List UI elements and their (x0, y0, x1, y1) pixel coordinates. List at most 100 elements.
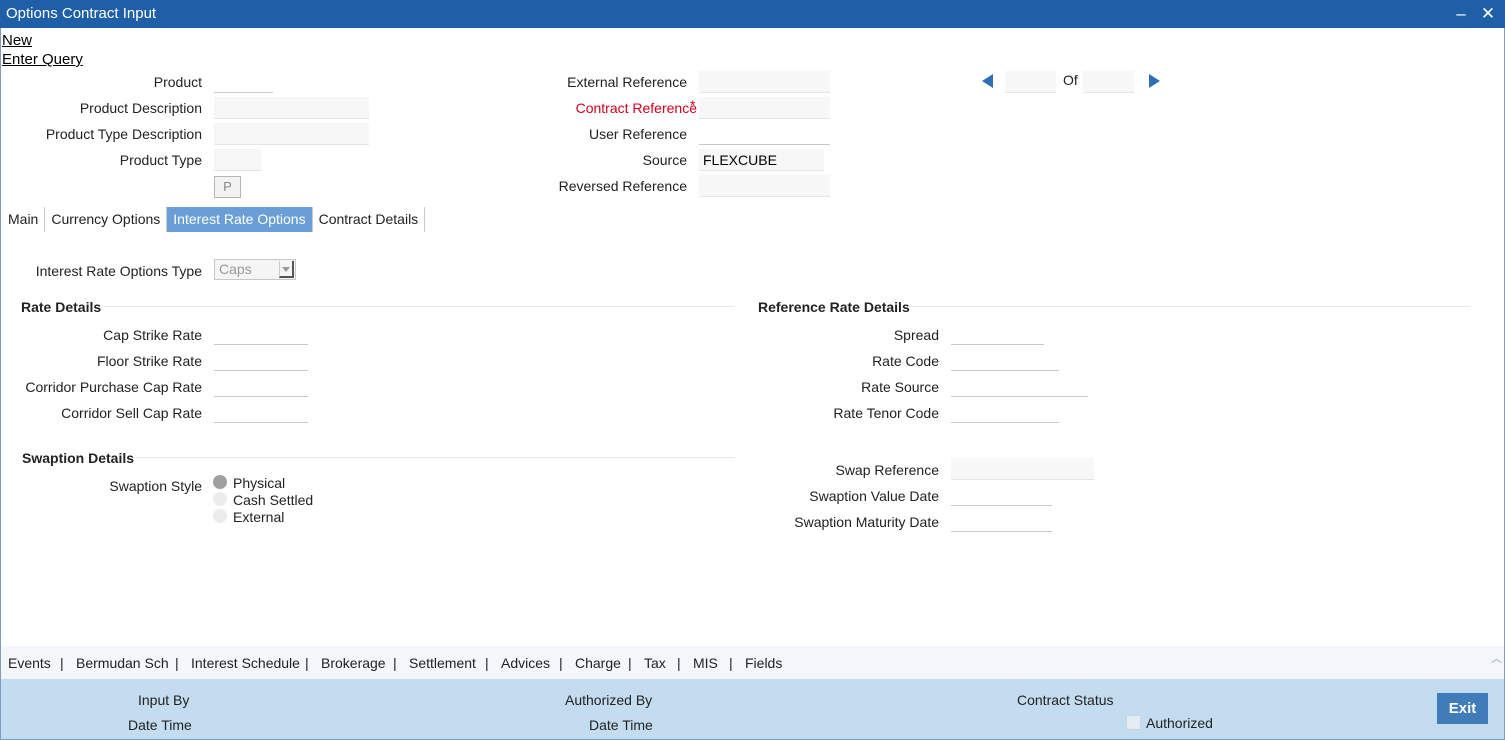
previous-arrow-icon[interactable] (982, 74, 993, 88)
rate-details-divider (100, 306, 735, 307)
rate-source-input[interactable] (951, 375, 1088, 397)
scroll-up-icon[interactable]: ︿ (1491, 650, 1502, 666)
rate-tenor-code-input[interactable] (951, 401, 1059, 423)
swaption-maturity-date-input[interactable] (951, 510, 1052, 532)
rate-source-label: Rate Source (861, 379, 939, 395)
interest-rate-options-type-select[interactable]: Caps (214, 259, 296, 280)
reversed-reference-label: Reversed Reference (558, 178, 687, 194)
link-separator: | (60, 655, 64, 671)
input-by-label: Input By (138, 692, 190, 708)
interest-rate-options-type-label: Interest Rate Options Type (35, 263, 202, 279)
tax-link[interactable]: Tax (644, 655, 666, 671)
input-date-time-label: Date Time (128, 717, 192, 733)
external-reference-input[interactable] (699, 71, 830, 93)
product-p-button[interactable]: P (214, 176, 241, 198)
reference-rate-details-title: Reference Rate Details (758, 299, 910, 315)
title-bar: Options Contract Input – ✕ (0, 0, 1505, 28)
user-reference-input[interactable] (699, 123, 830, 145)
link-separator: | (175, 655, 179, 671)
corridor-purchase-cap-rate-label: Corridor Purchase Cap Rate (25, 379, 202, 395)
swaption-details-divider (133, 457, 735, 458)
authorized-checkbox[interactable] (1126, 715, 1141, 730)
events-link[interactable]: Events (8, 655, 51, 671)
tab-main[interactable]: Main (2, 207, 46, 232)
settlement-link[interactable]: Settlement (409, 655, 476, 671)
link-separator: | (559, 655, 563, 671)
tab-currency-options[interactable]: Currency Options (45, 207, 168, 232)
link-separator: | (628, 655, 632, 671)
reversed-reference-input[interactable] (699, 175, 830, 197)
enter-query-link[interactable]: Enter Query (2, 51, 83, 68)
source-input[interactable] (699, 149, 824, 171)
external-reference-label: External Reference (567, 74, 687, 90)
source-label: Source (642, 152, 687, 168)
authorized-checkbox-label: Authorized (1146, 715, 1213, 731)
new-link[interactable]: New (2, 32, 32, 49)
spread-label: Spread (893, 327, 939, 343)
product-description-input[interactable] (214, 97, 369, 119)
corridor-sell-cap-rate-label: Corridor Sell Cap Rate (61, 405, 202, 421)
corridor-purchase-cap-rate-input[interactable] (214, 375, 308, 397)
required-star: * (690, 97, 696, 113)
link-separator: | (677, 655, 681, 671)
contract-status-label: Contract Status (1017, 692, 1114, 708)
product-input[interactable] (214, 71, 273, 93)
cap-strike-rate-label: Cap Strike Rate (103, 327, 202, 343)
contract-reference-input[interactable] (699, 97, 830, 119)
mis-link[interactable]: MIS (693, 655, 718, 671)
pager-of-label: Of (1063, 72, 1078, 88)
rate-code-input[interactable] (951, 349, 1059, 371)
brokerage-link[interactable]: Brokerage (321, 655, 386, 671)
product-type-description-input[interactable] (214, 123, 369, 145)
swap-reference-label: Swap Reference (835, 462, 939, 478)
link-separator: | (305, 655, 309, 671)
swaption-style-external-label: External (233, 509, 285, 525)
floor-strike-rate-input[interactable] (214, 349, 308, 371)
swap-reference-input[interactable] (951, 458, 1094, 480)
interest-schedule-link[interactable]: Interest Schedule (191, 655, 300, 671)
subsystem-link-bar: Events | Bermudan Sch | Interest Schedul… (1, 646, 1504, 679)
close-button[interactable]: ✕ (1478, 3, 1498, 25)
rate-tenor-code-label: Rate Tenor Code (833, 405, 939, 421)
product-type-input[interactable] (214, 149, 261, 171)
fields-link[interactable]: Fields (745, 655, 782, 671)
rate-details-title: Rate Details (21, 299, 102, 315)
product-type-description-label: Product Type Description (45, 126, 202, 142)
advices-link[interactable]: Advices (501, 655, 550, 671)
charge-link[interactable]: Charge (575, 655, 621, 671)
swaption-style-external-radio[interactable] (213, 509, 227, 523)
bermudan-sch-link[interactable]: Bermudan Sch (76, 655, 169, 671)
pager-total-input[interactable] (1083, 71, 1134, 93)
authorized-by-label: Authorized By (565, 692, 653, 708)
swaption-style-physical-label: Physical (233, 475, 286, 491)
user-reference-label: User Reference (588, 126, 687, 142)
pager-current-input[interactable] (1005, 71, 1056, 93)
cap-strike-rate-input[interactable] (214, 323, 308, 345)
product-description-label: Product Description (79, 100, 202, 116)
floor-strike-rate-label: Floor Strike Rate (96, 353, 202, 369)
exit-button[interactable]: Exit (1437, 693, 1488, 724)
tab-bar: Main Currency Options Interest Rate Opti… (2, 207, 426, 232)
minimize-button[interactable]: – (1451, 3, 1471, 25)
next-arrow-icon[interactable] (1149, 74, 1160, 88)
swaption-value-date-label: Swaption Value Date (809, 488, 939, 504)
reference-rate-details-divider (908, 306, 1471, 307)
product-label: Product (153, 74, 202, 90)
interest-rate-options-type-value: Caps (219, 261, 252, 277)
link-separator: | (485, 655, 489, 671)
link-separator: | (393, 655, 397, 671)
audit-footer: Input By Date Time Authorized By Date Ti… (1, 679, 1504, 739)
tab-interest-rate-options[interactable]: Interest Rate Options (167, 207, 313, 232)
authorized-date-time-label: Date Time (589, 717, 653, 733)
spread-input[interactable] (951, 323, 1044, 345)
swaption-value-date-input[interactable] (951, 484, 1052, 506)
swaption-style-cash-settled-radio[interactable] (213, 492, 227, 506)
chevron-down-icon (279, 261, 294, 278)
swaption-style-label: Swaption Style (109, 478, 202, 494)
corridor-sell-cap-rate-input[interactable] (214, 401, 308, 423)
tab-contract-details[interactable]: Contract Details (313, 207, 426, 232)
product-type-label: Product Type (119, 152, 202, 168)
swaption-style-physical-radio[interactable] (213, 475, 227, 489)
window-title: Options Contract Input (6, 5, 157, 22)
contract-reference-label: Contract Reference (575, 100, 697, 116)
